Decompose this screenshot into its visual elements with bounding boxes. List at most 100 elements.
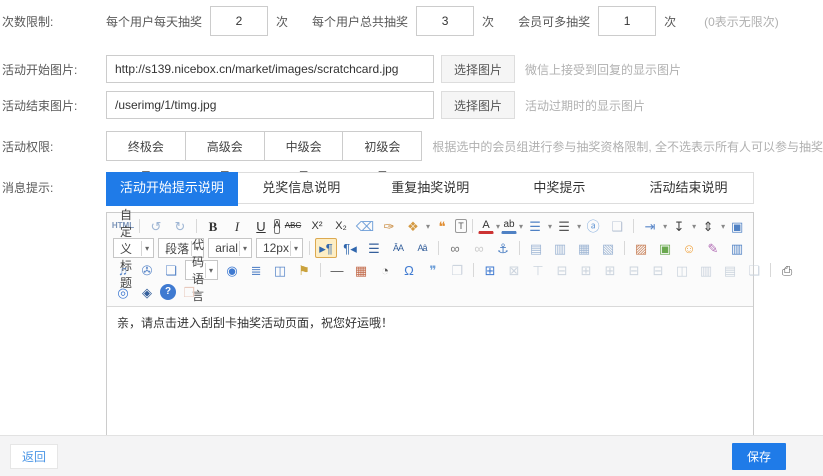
help-icon[interactable]: ? xyxy=(160,284,176,300)
merge-cells-icon[interactable]: ⊟ xyxy=(551,260,573,280)
back-color-icon[interactable]: ab xyxy=(501,218,517,234)
ordered-list-icon[interactable]: ☰ xyxy=(524,216,546,236)
rtl-icon[interactable]: ¶◂ xyxy=(339,238,361,258)
paste-icon[interactable]: ❐ xyxy=(178,282,200,302)
font-color-icon[interactable]: A xyxy=(478,218,494,234)
chevron-down-icon[interactable]: ▾ xyxy=(290,241,300,256)
message-tab[interactable]: 兑奖信息说明 xyxy=(237,173,366,203)
anchor-icon[interactable]: ⚓ xyxy=(492,238,514,258)
custom-title-select[interactable]: 自定义标题▾ xyxy=(113,238,154,258)
columns-icon[interactable]: ◫ xyxy=(269,260,291,280)
end-image-pick-button[interactable]: 选择图片 xyxy=(441,91,515,119)
clear-doc-icon[interactable]: ❑ xyxy=(606,216,628,236)
image-align-left-icon[interactable]: ▥ xyxy=(549,238,571,258)
ordered-list-icon-dropdown[interactable]: ▾ xyxy=(548,222,552,231)
line-spacing-icon[interactable]: ⇕ xyxy=(697,216,719,236)
time-icon[interactable]: ◔ xyxy=(374,260,396,280)
superscript-icon[interactable]: X² xyxy=(306,216,328,236)
italic-icon[interactable]: I xyxy=(226,216,248,236)
message-tab[interactable]: 活动结束说明 xyxy=(624,173,753,203)
delete-row-icon[interactable]: ⊟ xyxy=(623,260,645,280)
member-level-button[interactable]: 初级会员 xyxy=(342,131,422,161)
chevron-down-icon[interactable]: ▾ xyxy=(239,241,249,256)
start-image-input[interactable] xyxy=(106,55,434,83)
auto-typeset-icon-dropdown[interactable]: ▾ xyxy=(426,222,430,231)
link-icon[interactable]: ∞ xyxy=(444,238,466,258)
member-level-button[interactable]: 中级会员 xyxy=(264,131,344,161)
unordered-list-icon-dropdown[interactable]: ▾ xyxy=(577,222,581,231)
code-language-select[interactable]: 代码语言▾ xyxy=(185,260,218,280)
subscript-icon[interactable]: X₂ xyxy=(330,216,352,236)
to-lowercase-icon[interactable]: Aâ xyxy=(411,238,433,258)
paragraph-spacing-icon-dropdown[interactable]: ▾ xyxy=(692,222,696,231)
insert-frame-icon[interactable]: ❏ xyxy=(160,260,182,280)
upload-image-icon[interactable]: ▣ xyxy=(654,238,676,258)
print-preview-icon[interactable]: ❐ xyxy=(446,260,468,280)
message-tab[interactable]: 活动开始提示说明 xyxy=(106,172,238,206)
underline-icon[interactable]: U xyxy=(250,216,272,236)
undo-icon[interactable]: ↺ xyxy=(145,216,167,236)
scrawl-icon[interactable]: ✎ xyxy=(702,238,724,258)
merge-right-icon[interactable]: ▥ xyxy=(695,260,717,280)
ltr-icon[interactable]: ▸¶ xyxy=(315,238,337,258)
paste-plain-icon[interactable]: T xyxy=(455,219,467,233)
back-color-icon-dropdown[interactable]: ▾ xyxy=(519,222,523,231)
unlink-icon[interactable]: ∞ xyxy=(468,238,490,258)
limit-input[interactable] xyxy=(598,6,656,36)
format-brush-icon[interactable]: ✑ xyxy=(378,216,400,236)
image-align-right-icon[interactable]: ▧ xyxy=(597,238,619,258)
date-icon[interactable]: ▦ xyxy=(350,260,372,280)
font-color-icon-dropdown[interactable]: ▾ xyxy=(496,222,500,231)
bold-icon[interactable]: B xyxy=(202,216,224,236)
member-level-button[interactable]: 高级会员 xyxy=(185,131,265,161)
image-align-none-icon[interactable]: ▤ xyxy=(525,238,547,258)
fullscreen-icon[interactable]: ▣ xyxy=(726,216,748,236)
font-family-select[interactable]: arial▾ xyxy=(208,238,252,258)
auto-typeset-icon[interactable]: ❖ xyxy=(402,216,424,236)
table-title-icon[interactable]: ⊤ xyxy=(527,260,549,280)
find-replace-icon[interactable]: ◈ xyxy=(136,282,158,302)
split-cell-icon[interactable]: ◫ xyxy=(671,260,693,280)
limit-input[interactable] xyxy=(416,6,474,36)
delete-table-icon[interactable]: ⊠ xyxy=(503,260,525,280)
delete-col-icon[interactable]: ⊟ xyxy=(647,260,669,280)
print-icon[interactable]: ⎙ xyxy=(776,260,798,280)
message-tab[interactable]: 中奖提示 xyxy=(495,173,624,203)
unordered-list-icon[interactable]: ☰ xyxy=(553,216,575,236)
paragraph-spacing-icon[interactable]: ↧ xyxy=(668,216,690,236)
insert-row-icon[interactable]: ⊞ xyxy=(575,260,597,280)
redo-icon[interactable]: ↻ xyxy=(169,216,191,236)
emotion-icon[interactable]: ☺ xyxy=(678,238,700,258)
music-icon[interactable]: ♫ xyxy=(112,260,134,280)
indent-icon-dropdown[interactable]: ▾ xyxy=(663,222,667,231)
font-size-select[interactable]: 12px▾ xyxy=(256,238,303,258)
member-level-button[interactable]: 终极会员 xyxy=(106,131,186,161)
image-align-center-icon[interactable]: ▦ xyxy=(573,238,595,258)
end-image-input[interactable] xyxy=(106,91,434,119)
start-image-pick-button[interactable]: 选择图片 xyxy=(441,55,515,83)
select-all-icon[interactable]: ⓐ xyxy=(582,216,604,236)
insert-image-icon[interactable]: ▨ xyxy=(630,238,652,258)
video-icon[interactable]: ▥ xyxy=(726,238,748,258)
font-border-icon[interactable]: A xyxy=(274,219,280,234)
comment-icon[interactable]: ❞ xyxy=(422,260,444,280)
editor-content[interactable]: 亲，请点击进入刮刮卡抽奖活动页面，祝您好运哦！ xyxy=(107,307,753,443)
new-doc-icon[interactable]: ❏ xyxy=(743,260,765,280)
special-char-icon[interactable]: Ω xyxy=(398,260,420,280)
code-snippet-icon[interactable]: ≣ xyxy=(245,260,267,280)
insert-table-icon[interactable]: ⊞ xyxy=(479,260,501,280)
horizontal-rule-icon[interactable]: — xyxy=(326,260,348,280)
line-spacing-icon-dropdown[interactable]: ▾ xyxy=(721,222,725,231)
attachment-icon[interactable]: ✇ xyxy=(136,260,158,280)
indent-icon[interactable]: ⇥ xyxy=(639,216,661,236)
message-tab[interactable]: 重复抽奖说明 xyxy=(366,173,495,203)
strikethrough-icon[interactable]: ABC xyxy=(282,216,304,236)
insert-code-icon[interactable]: ◉ xyxy=(221,260,243,280)
insert-col-icon[interactable]: ⊞ xyxy=(599,260,621,280)
chevron-down-icon[interactable]: ▾ xyxy=(141,241,151,256)
chevron-down-icon[interactable]: ▾ xyxy=(205,263,215,278)
paragraph-format-icon[interactable]: ☰ xyxy=(363,238,385,258)
merge-down-icon[interactable]: ▤ xyxy=(719,260,741,280)
remove-format-icon[interactable]: ⌫ xyxy=(354,216,376,236)
save-button[interactable]: 保存 xyxy=(732,443,786,470)
